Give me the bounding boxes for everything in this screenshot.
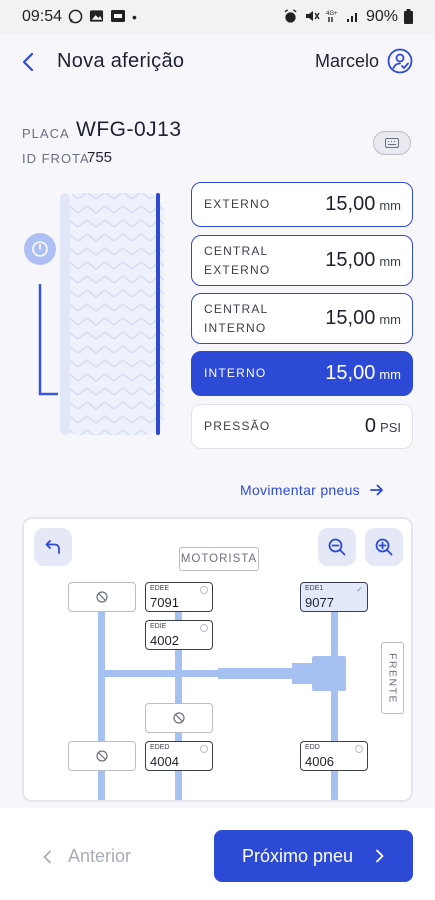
blocked-icon: [96, 591, 108, 603]
blocked-icon: [96, 750, 108, 762]
tire-number: 4002: [150, 633, 179, 648]
frota-value: 755: [87, 149, 113, 166]
measurement-value: 15,00: [325, 193, 376, 215]
tire-slot-eded[interactable]: EDED 4004: [145, 741, 213, 771]
gauge-button[interactable]: [24, 233, 56, 265]
status-bar: 09:54 • 4G+ 90%: [0, 0, 435, 34]
tire-position: EDED: [150, 744, 170, 751]
tire-slot-edd[interactable]: EDD 4006: [300, 741, 368, 771]
measurement-label: CENTRAL EXTERNO: [204, 243, 271, 277]
tire-number: 4004: [150, 754, 179, 769]
previous-label: Anterior: [68, 846, 132, 866]
status-time: 09:54: [22, 8, 63, 25]
tire-number: 7091: [150, 595, 179, 610]
zoom-in-button[interactable]: [365, 528, 403, 566]
frente-label-box: FRENTE: [381, 642, 404, 714]
chevron-right-icon: [376, 849, 384, 863]
keyboard-icon: [385, 138, 399, 148]
user-check-icon: [387, 48, 413, 74]
chevron-left-icon: [43, 850, 51, 863]
battery-icon: [404, 8, 413, 26]
gauge-icon: [32, 241, 48, 257]
move-tires-label: Movimentar pneus: [240, 482, 360, 498]
radio-icon: [355, 745, 363, 753]
tire-position: EDEE: [150, 585, 170, 592]
tire-number: 9077: [305, 595, 334, 610]
undo-button[interactable]: [34, 528, 72, 566]
measurement-value: 15,00: [325, 249, 376, 271]
tire-slot-edie[interactable]: EDIE 4002: [145, 620, 213, 650]
pressure-unit: PSI: [380, 420, 401, 435]
user-menu[interactable]: Marcelo: [315, 48, 413, 74]
tire-slot-edee[interactable]: EDEE 7091: [145, 582, 213, 612]
gallery-icon: [89, 9, 104, 25]
vehicle-diagram: MOTORISTA FRENTE EDEE 7091 EDIE 4002 EDE…: [22, 517, 413, 802]
pressure-label: PRESSÃO: [204, 419, 271, 433]
back-button[interactable]: [16, 48, 40, 76]
bottom-nav: Anterior Próximo pneu: [0, 808, 435, 900]
tire-number: 4006: [305, 754, 334, 769]
measurement-label: INTERNO: [204, 366, 267, 380]
measurement-central-externo[interactable]: CENTRAL EXTERNO 15,00 mm: [191, 235, 413, 286]
page-title: Nova aferição: [57, 50, 185, 72]
radio-icon: [200, 624, 208, 632]
arrow-right-icon: [370, 484, 383, 496]
measurement-unit: mm: [379, 312, 401, 327]
battery-percent: 90%: [365, 8, 398, 25]
mute-icon: [304, 9, 320, 25]
next-label: Próximo pneu: [241, 845, 354, 866]
signal-icon: [346, 9, 360, 25]
app-bar: Nova aferição Marcelo: [0, 34, 435, 92]
next-tire-button[interactable]: Próximo pneu: [214, 830, 413, 882]
tire-slot-ede1[interactable]: EDE1 9077 ✓: [300, 582, 368, 612]
measurement-unit: mm: [379, 198, 401, 213]
network-4g-icon: 4G+: [326, 9, 340, 25]
motorista-label: MOTORISTA: [179, 547, 259, 571]
zoom-out-icon: [328, 538, 346, 556]
measurement-interno[interactable]: INTERNO 15,00 mm: [191, 351, 413, 396]
dot-icon: •: [132, 9, 137, 25]
whatsapp-icon: [68, 9, 83, 26]
user-name: Marcelo: [314, 50, 379, 71]
radio-icon: [200, 745, 208, 753]
blocked-icon: [173, 712, 185, 724]
measurement-label: EXTERNO: [204, 197, 271, 211]
tire-tread-graphic: [38, 193, 164, 435]
tire-position: EDE1: [305, 585, 324, 592]
tire-position: EDD: [305, 744, 320, 751]
chevron-left-icon: [22, 52, 34, 72]
empty-tire-slot[interactable]: [145, 703, 213, 733]
svg-text:4G+: 4G+: [326, 11, 338, 17]
game-icon: [110, 9, 126, 25]
measurement-value: 15,00: [325, 362, 376, 384]
alarm-icon: [283, 8, 298, 26]
tire-illustration: [24, 189, 174, 439]
previous-button[interactable]: Anterior: [42, 846, 131, 867]
frente-label: FRENTE: [386, 652, 399, 704]
pressure-value: 0: [364, 415, 377, 437]
empty-tire-slot[interactable]: [68, 741, 136, 771]
measurement-externo[interactable]: EXTERNO 15,00 mm: [191, 182, 413, 227]
radio-icon: [200, 586, 208, 594]
pressure-field[interactable]: PRESSÃO 0 PSI: [191, 404, 413, 449]
move-tires-link[interactable]: Movimentar pneus: [240, 482, 384, 498]
tire-position: EDIE: [150, 623, 167, 630]
zoom-in-icon: [375, 538, 393, 556]
measurement-value: 15,00: [325, 307, 376, 329]
check-icon: ✓: [356, 585, 363, 594]
placa-label: PLACA: [22, 126, 70, 141]
zoom-out-button[interactable]: [318, 528, 356, 566]
placa-value: WFG-0J13: [76, 118, 182, 141]
empty-tire-slot[interactable]: [68, 582, 136, 612]
measurement-central-interno[interactable]: CENTRAL INTERNO 15,00 mm: [191, 293, 413, 344]
undo-icon: [45, 540, 60, 554]
frota-label: ID FROTA: [22, 151, 90, 166]
main-content: PLACA WFG-0J13 ID FROTA 755 EXTERNO 15,0…: [0, 92, 435, 808]
measurement-label: CENTRAL INTERNO: [204, 301, 269, 335]
measurement-unit: mm: [379, 367, 401, 382]
keyboard-button[interactable]: [373, 131, 411, 155]
measurement-unit: mm: [379, 254, 401, 269]
